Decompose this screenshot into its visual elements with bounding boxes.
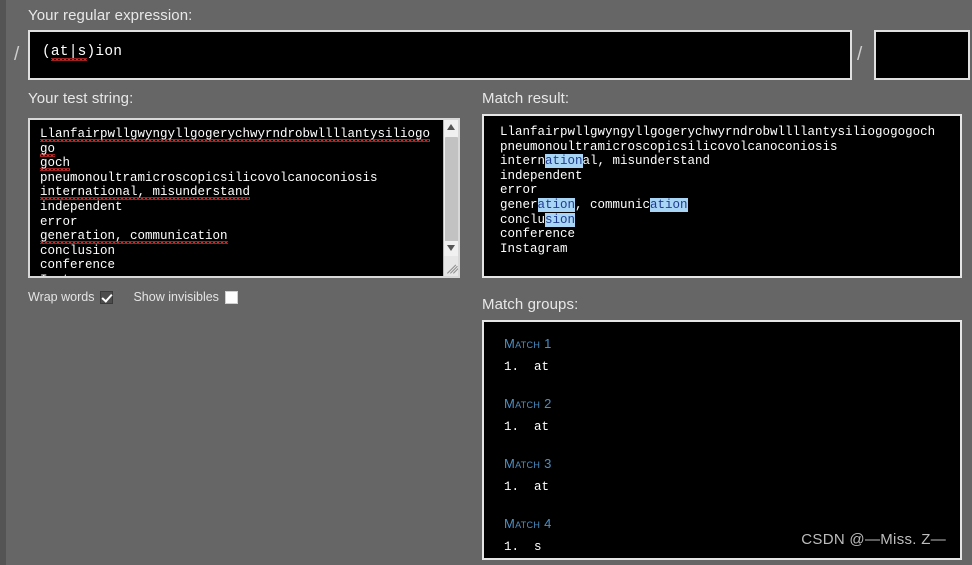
match-group-block: Match 3 1. at (504, 456, 954, 494)
regex-pattern-tail: )ion (86, 44, 123, 60)
match-group-item: 1. at (504, 480, 550, 494)
match-groups-list: Match 1 1. at Match 2 1. at Match 3 1. at Matc… (504, 336, 954, 554)
match-plain-text: pneumonoultramicroscopicsilicovolcanocon… (500, 139, 838, 154)
match-group-title: Match 1 (504, 336, 552, 351)
match-result-line: generation, communication (500, 197, 935, 213)
match-result-label: Match result: (482, 90, 570, 107)
test-string-line: independent (40, 199, 123, 214)
regex-pattern-open-paren: ( (42, 44, 51, 60)
match-groups-panel: Match 1 1. at Match 2 1. at Match 3 1. at Matc… (482, 320, 962, 560)
scroll-up-arrow-icon[interactable] (444, 120, 458, 135)
regex-slash-right-icon: / (857, 44, 863, 65)
match-result-line: conclusion (500, 212, 935, 228)
match-result-panel: Llanfairpwllgwyngyllgogerychwyrndrobwlll… (482, 114, 962, 278)
match-result-line: Llanfairpwllgwyngyllgogerychwyrndrobwlll… (500, 125, 935, 140)
match-result-line: error (500, 183, 935, 198)
regex-input-row: / (at|s)ion / (6, 30, 972, 80)
test-string-line: international, misunderstand (40, 185, 251, 200)
match-highlight: ation (545, 154, 583, 169)
match-result-line: Instagram (500, 242, 935, 257)
option-wrap-words[interactable]: Wrap words (28, 290, 114, 304)
match-plain-text: al, misunderstand (582, 154, 711, 169)
option-label: Wrap words (28, 290, 95, 304)
match-highlight: ation (537, 197, 576, 212)
match-group-title: Match 2 (504, 396, 552, 411)
option-label: Show invisibles (133, 290, 219, 304)
scroll-down-arrow-icon[interactable] (444, 241, 458, 256)
regex-flags-input[interactable] (874, 30, 970, 80)
test-string-line: error (40, 214, 78, 229)
match-result-line: conference (500, 227, 935, 242)
checkbox-unchecked-icon[interactable] (224, 290, 238, 304)
watermark-text: CSDN @—Miss. Z— (801, 531, 946, 548)
match-plain-text: independent (500, 168, 583, 183)
regex-tester-page: Your regular expression: / (at|s)ion / Y… (0, 0, 972, 565)
match-group-title: Match 3 (504, 456, 552, 471)
regex-pattern-text: (at|s)ion (42, 44, 122, 60)
match-plain-text: Llanfairpwllgwyngyllgogerychwyrndrobwlll… (500, 125, 936, 139)
match-plain-text: , communic (575, 197, 651, 212)
match-groups-label: Match groups: (482, 296, 579, 313)
match-group-item: 1. at (504, 420, 550, 434)
test-string-label: Your test string: (28, 90, 134, 107)
textarea-resize-handle[interactable] (444, 256, 458, 276)
checkbox-checked-icon[interactable] (100, 290, 114, 304)
match-group-item: 1. at (504, 360, 550, 374)
test-string-line: conference (40, 258, 116, 273)
match-highlight: sion (545, 212, 576, 227)
test-string-line: pneumonoultramicroscopicsilicovolcanocon… (40, 170, 378, 185)
regex-section-label: Your regular expression: (28, 7, 193, 24)
test-string-options: Wrap words Show invisibles (28, 288, 258, 306)
match-plain-text: Instagram (500, 241, 568, 256)
test-string-content: Llanfairpwllgwyngyllgogerychwyrndrobwlll… (40, 127, 435, 276)
regex-pattern-alternation: at|s (50, 44, 87, 60)
test-string-line: Instagram (40, 273, 435, 276)
match-group-block: Match 1 1. at (504, 336, 954, 374)
test-string-line: generation, communication (40, 229, 228, 244)
match-result-content: Llanfairpwllgwyngyllgogerychwyrndrobwlll… (500, 125, 935, 256)
match-plain-text: intern (500, 154, 546, 169)
regex-pattern-input[interactable]: (at|s)ion (28, 30, 852, 80)
scrollbar-thumb[interactable] (445, 137, 458, 249)
test-string-textarea[interactable]: Llanfairpwllgwyngyllgogerychwyrndrobwlll… (28, 118, 460, 278)
match-result-line: pneumonoultramicroscopicsilicovolcanocon… (500, 140, 935, 155)
option-show-invisibles[interactable]: Show invisibles (133, 290, 238, 304)
match-result-line: independent (500, 169, 935, 184)
match-group-title: Match 4 (504, 516, 552, 531)
test-string-scrollbar[interactable] (443, 120, 458, 276)
regex-flags-field[interactable] (876, 32, 968, 78)
test-string-line: goch (40, 156, 71, 171)
match-plain-text: conference (500, 227, 576, 242)
match-plain-text: conclu (500, 212, 546, 227)
match-result-line: international, misunderstand (500, 154, 935, 169)
match-group-block: Match 2 1. at (504, 396, 954, 434)
match-plain-text: error (500, 183, 538, 198)
regex-slash-left-icon: / (14, 44, 20, 65)
match-plain-text: gener (500, 197, 538, 212)
match-highlight: ation (650, 197, 688, 212)
test-string-line: Llanfairpwllgwyngyllgogerychwyrndrobwlll… (40, 127, 431, 156)
test-string-line: conclusion (40, 243, 116, 258)
